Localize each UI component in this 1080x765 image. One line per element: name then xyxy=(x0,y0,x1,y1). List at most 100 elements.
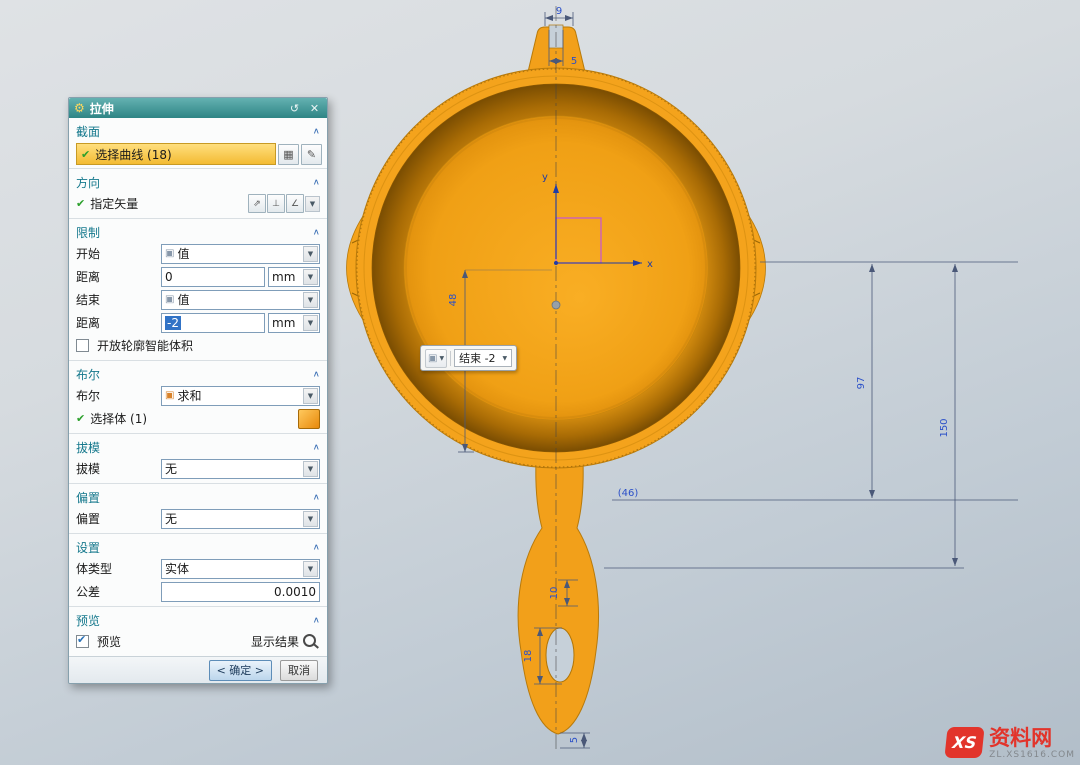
limit-type-dropdown[interactable]: ▣ ▼ xyxy=(425,349,447,368)
vector-dialog-button[interactable]: ⇗ xyxy=(248,194,266,213)
check-icon: ✔ xyxy=(76,412,85,425)
dim-top-width: 9 xyxy=(545,6,573,26)
dim-handle-gap: (46) xyxy=(618,488,639,499)
group-header-settings[interactable]: 设置 ∧ xyxy=(69,537,327,557)
chevron-down-icon: ▼ xyxy=(303,246,318,262)
dialog-titlebar[interactable]: ⚙ 拉伸 ↺ ✕ xyxy=(69,98,327,118)
chevron-down-icon: ▼ xyxy=(303,269,318,285)
preview-label: 预览 xyxy=(97,633,121,650)
collapse-icon[interactable]: ∧ xyxy=(313,370,320,379)
group-header-boolean[interactable]: 布尔 ∧ xyxy=(69,364,327,384)
divider xyxy=(69,606,327,607)
group-label: 偏置 xyxy=(76,489,100,506)
pencil-icon: ✎ xyxy=(307,148,316,161)
x-axis-label: x xyxy=(647,259,653,270)
divider xyxy=(69,533,327,534)
end-distance-value: -2 xyxy=(165,316,181,330)
watermark-brand: 资料网 xyxy=(989,726,1075,750)
boolean-label: 布尔 xyxy=(76,387,158,404)
chevron-down-icon: ▼ xyxy=(303,561,318,577)
reset-icon[interactable]: ↺ xyxy=(287,102,302,115)
body-type-value: 实体 xyxy=(165,560,300,577)
tolerance-label: 公差 xyxy=(76,583,158,600)
open-profile-label: 开放轮廓智能体积 xyxy=(97,337,193,354)
select-body-label: 选择体 (1) xyxy=(90,410,147,427)
vector-reverse-button[interactable]: ⊥ xyxy=(267,194,285,213)
group-header-section[interactable]: 截面 ∧ xyxy=(69,121,327,141)
unit-label: mm xyxy=(272,270,300,284)
body-type-label: 体类型 xyxy=(76,560,158,577)
ok-button[interactable]: < 确定 > xyxy=(209,660,272,681)
tolerance-value: 0.0010 xyxy=(274,585,316,599)
chevron-down-icon: ▼ xyxy=(439,355,444,362)
tolerance-input[interactable]: 0.0010 xyxy=(161,582,320,602)
collapse-icon[interactable]: ∧ xyxy=(313,493,320,502)
draft-value: 无 xyxy=(165,460,300,477)
dim-right-outer: 150 xyxy=(939,264,955,566)
start-unit-select[interactable]: mm ▼ xyxy=(268,267,320,287)
boolean-select[interactable]: ▣ 求和 ▼ xyxy=(161,386,320,406)
start-distance-input[interactable]: 0 xyxy=(161,267,265,287)
collapse-icon[interactable]: ∧ xyxy=(313,178,320,187)
sketch-section-button[interactable]: ✎ xyxy=(301,144,322,165)
chevron-down-icon[interactable]: ▼ xyxy=(305,196,320,212)
draft-label: 拔模 xyxy=(76,460,158,477)
dialog-footer: < 确定 > 取消 xyxy=(69,656,327,683)
group-label: 方向 xyxy=(76,174,100,191)
chevron-down-icon: ▼ xyxy=(303,461,318,477)
collapse-icon[interactable]: ∧ xyxy=(313,443,320,452)
show-result-label: 显示结果 xyxy=(251,633,299,650)
group-header-preview[interactable]: 预览 ∧ xyxy=(69,610,327,630)
collapse-icon[interactable]: ∧ xyxy=(313,616,320,625)
cube-icon: ▣ xyxy=(165,294,174,305)
group-header-offset[interactable]: 偏置 ∧ xyxy=(69,487,327,507)
svg-text:5: 5 xyxy=(569,737,580,743)
collapse-icon[interactable]: ∧ xyxy=(313,543,320,552)
handle-hole xyxy=(546,628,574,682)
start-label: 开始 xyxy=(76,245,158,262)
group-label: 截面 xyxy=(76,123,100,140)
svg-text:18: 18 xyxy=(523,650,534,663)
curve-rule-button[interactable]: ▦ xyxy=(278,144,299,165)
end-unit-select[interactable]: mm ▼ xyxy=(268,313,320,333)
end-limit-value: 值 xyxy=(177,291,300,308)
cancel-button[interactable]: 取消 xyxy=(280,660,318,681)
close-icon[interactable]: ✕ xyxy=(307,102,322,115)
vector-axes-button[interactable]: ∠ xyxy=(286,194,304,213)
select-curve-field[interactable]: ✔ 选择曲线 (18) xyxy=(76,143,276,165)
collapse-icon[interactable]: ∧ xyxy=(313,228,320,237)
group-label: 布尔 xyxy=(76,366,100,383)
solid-body-button[interactable] xyxy=(298,409,320,429)
group-header-direction[interactable]: 方向 ∧ xyxy=(69,172,327,192)
application-window: x y 9 5 48 xyxy=(0,0,1080,765)
group-header-draft[interactable]: 拔模 ∧ xyxy=(69,437,327,457)
body-type-select[interactable]: 实体 ▼ xyxy=(161,559,320,579)
chevron-down-icon: ▼ xyxy=(303,292,318,308)
preview-checkbox[interactable] xyxy=(76,635,89,648)
datum-sphere[interactable] xyxy=(552,301,560,309)
group-header-limits[interactable]: 限制 ∧ xyxy=(69,222,327,242)
watermark-site: ZL.XS1616.COM xyxy=(989,750,1075,760)
divider xyxy=(69,433,327,434)
start-limit-select[interactable]: ▣ 值 ▼ xyxy=(161,244,320,264)
offset-select[interactable]: 无 ▼ xyxy=(161,509,320,529)
chevron-down-icon: ▼ xyxy=(303,388,318,404)
magnifier-icon[interactable] xyxy=(303,634,316,647)
open-profile-checkbox[interactable] xyxy=(76,339,89,352)
collapse-icon[interactable]: ∧ xyxy=(313,127,320,136)
origin-point xyxy=(554,261,558,265)
chevron-down-icon: ▼ xyxy=(303,315,318,331)
end-limit-select[interactable]: ▣ 值 ▼ xyxy=(161,290,320,310)
vector-icon: ⇗ xyxy=(253,199,261,209)
cube-icon: ▣ xyxy=(428,353,437,364)
dialog-title: 拉伸 xyxy=(90,100,282,117)
group-label: 设置 xyxy=(76,539,100,556)
divider xyxy=(69,168,327,169)
check-icon: ✔ xyxy=(76,197,85,210)
draft-select[interactable]: 无 ▼ xyxy=(161,459,320,479)
divider xyxy=(69,360,327,361)
limit-value-dropdown[interactable]: 结束 -2 ▼ xyxy=(454,349,512,367)
end-distance-input[interactable]: -2 xyxy=(161,313,265,333)
start-distance-value: 0 xyxy=(165,270,173,284)
start-distance-label: 距离 xyxy=(76,268,158,285)
